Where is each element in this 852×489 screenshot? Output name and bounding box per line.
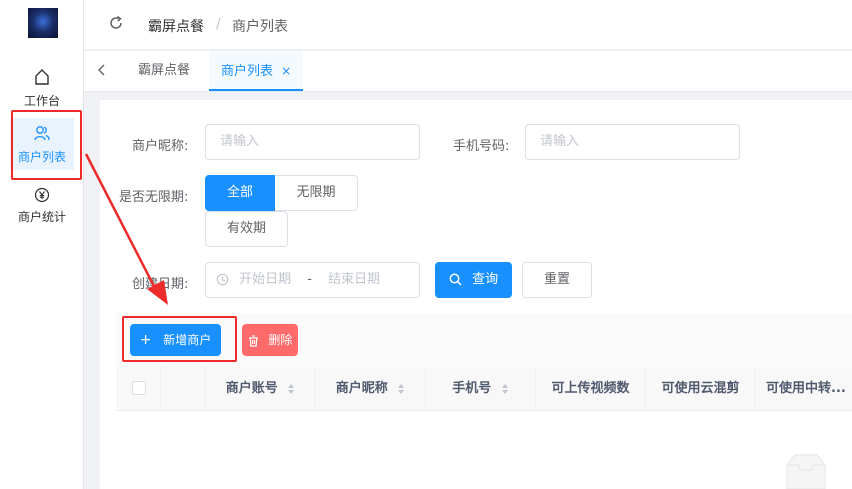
chevron-left-icon[interactable] xyxy=(96,63,108,77)
breadcrumb-item[interactable]: 霸屏点餐 xyxy=(148,16,204,36)
sort-icon[interactable] xyxy=(501,383,509,395)
search-button[interactable]: 查询 xyxy=(435,262,512,298)
column-cloud-edit[interactable]: 可使用云混剪 xyxy=(646,367,756,411)
top-header: 霸屏点餐 / 商户列表 xyxy=(84,0,852,50)
column-relay[interactable]: 可使用中转... xyxy=(756,367,852,411)
column-nickname[interactable]: 商户昵称 xyxy=(316,367,426,411)
column-label: 可使用中转... xyxy=(766,381,846,396)
phone-input[interactable]: 请输入 xyxy=(525,124,740,160)
index-column xyxy=(161,367,206,411)
option-unlimited[interactable]: 无限期 xyxy=(275,175,358,211)
phone-placeholder: 请输入 xyxy=(540,134,580,149)
date-end-placeholder: 结束日期 xyxy=(328,272,381,287)
reset-button-label: 重置 xyxy=(543,272,570,287)
tabs-bar: 霸屏点餐 商户列表 × xyxy=(84,51,852,92)
home-icon xyxy=(35,69,49,85)
nickname-placeholder: 请输入 xyxy=(220,134,260,149)
delete-button[interactable]: 删除 xyxy=(242,324,298,356)
search-icon xyxy=(449,273,462,286)
app-logo xyxy=(28,8,58,38)
column-phone[interactable]: 手机号 xyxy=(426,367,536,411)
sidebar-item-label: 工作台 xyxy=(23,94,60,108)
sidebar-item-merchant-stats[interactable]: 商户统计 xyxy=(10,180,74,232)
option-unlimited-label: 无限期 xyxy=(296,185,336,200)
tab-bapin-diancan[interactable]: 霸屏点餐 xyxy=(126,51,202,91)
breadcrumb-separator: / xyxy=(216,16,221,32)
tab-merchant-list[interactable]: 商户列表 × xyxy=(209,51,304,91)
column-label: 商户账号 xyxy=(225,381,278,396)
tab-label: 霸屏点餐 xyxy=(138,63,191,78)
option-all-label: 全部 xyxy=(226,185,253,200)
phone-label: 手机号码: xyxy=(453,139,510,154)
annotation-arrow-icon xyxy=(84,153,168,305)
date-separator: - xyxy=(307,272,312,287)
option-all[interactable]: 全部 xyxy=(205,175,275,211)
trash-icon xyxy=(248,334,258,347)
column-label: 可使用云混剪 xyxy=(661,381,740,396)
table-body xyxy=(116,411,852,489)
column-label: 商户昵称 xyxy=(335,381,388,396)
column-label: 可上传视频数 xyxy=(551,381,630,396)
table-header: 商户账号 商户昵称 手机号 可上传视频数 可使用云混剪 可使用中转... xyxy=(116,367,852,411)
annotation-box-add-button xyxy=(122,316,237,362)
option-limited[interactable]: 有效期 xyxy=(205,211,288,247)
search-button-label: 查询 xyxy=(472,272,499,287)
nickname-input[interactable]: 请输入 xyxy=(205,124,420,160)
breadcrumb-current: 商户列表 xyxy=(232,19,288,35)
select-all-checkbox[interactable] xyxy=(132,381,146,395)
delete-button-label: 删除 xyxy=(268,333,293,347)
select-all-cell xyxy=(116,367,161,411)
column-video-count[interactable]: 可上传视频数 xyxy=(536,367,646,411)
date-range-picker[interactable]: 开始日期 - 结束日期 xyxy=(205,262,420,298)
column-label: 手机号 xyxy=(452,381,492,396)
sidebar: 工作台 商户列表 商户统计 xyxy=(0,0,84,489)
yen-icon xyxy=(34,187,50,203)
sort-icon[interactable] xyxy=(287,383,295,395)
option-limited-label: 有效期 xyxy=(226,221,266,236)
annotation-box-sidebar xyxy=(11,110,82,180)
sort-icon[interactable] xyxy=(397,383,405,395)
close-icon[interactable]: × xyxy=(281,64,291,78)
column-account[interactable]: 商户账号 xyxy=(206,367,316,411)
clock-icon xyxy=(216,273,229,286)
tab-label: 商户列表 xyxy=(221,64,274,79)
sidebar-item-workbench[interactable]: 工作台 xyxy=(10,62,74,114)
date-start-placeholder: 开始日期 xyxy=(239,272,292,287)
refresh-icon[interactable] xyxy=(108,15,124,31)
reset-button[interactable]: 重置 xyxy=(522,262,592,298)
empty-inbox-icon xyxy=(786,454,826,489)
sidebar-item-label: 商户统计 xyxy=(17,210,66,224)
